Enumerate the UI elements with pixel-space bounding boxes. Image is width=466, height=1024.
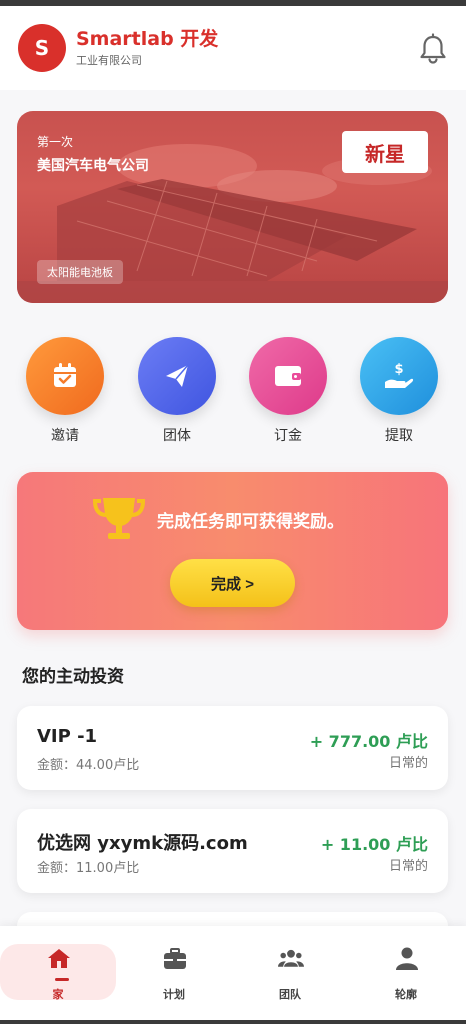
screen-edge <box>0 1020 466 1024</box>
banner-caption: 第一次 <box>37 135 74 149</box>
hand-dollar-icon: $ <box>385 362 414 388</box>
reward-text: 完成任务即可获得奖励。 <box>157 511 344 532</box>
nav-profile[interactable]: 轮廓 <box>348 926 464 1020</box>
investment-period: 日常的 <box>388 756 428 771</box>
action-group-circle[interactable] <box>138 337 216 415</box>
brand-name: Smartlab 开发 <box>76 28 219 50</box>
home-icon <box>48 949 70 968</box>
section-title: 您的主动投资 <box>22 667 124 687</box>
investment-card[interactable]: 优选网 yxymk源码.com 金额：11.00卢比 + 11.00 卢比 日常… <box>17 809 448 893</box>
bell-icon[interactable] <box>418 33 448 65</box>
app-header: S Smartlab 开发 工业有限公司 <box>0 6 466 90</box>
reward-card: 完成任务即可获得奖励。 完成 > <box>17 472 448 630</box>
reward-row: 完成任务即可获得奖励。 <box>93 496 344 542</box>
investment-amount: 金额：11.00卢比 <box>37 861 140 876</box>
action-withdraw-circle[interactable]: $ <box>360 337 438 415</box>
promo-banner[interactable]: 第一次 美国汽车电气公司 新星 太阳能电池板 <box>17 111 448 303</box>
brand: Smartlab 开发 工业有限公司 <box>76 28 218 68</box>
user-icon <box>396 947 418 970</box>
investment-return: + 777.00 卢比 <box>309 732 428 751</box>
paper-plane-icon <box>166 364 189 387</box>
action-deposit[interactable]: 订金 <box>243 337 333 445</box>
investment-name: 优选网 yxymk源码.com <box>37 833 248 854</box>
wallet-icon <box>275 366 301 386</box>
briefcase-icon <box>164 948 186 969</box>
investment-card[interactable]: VIP -1 金额：44.00卢比 + 777.00 卢比 日常的 <box>17 706 448 790</box>
brand-subtitle: 工业有限公司 <box>76 54 142 67</box>
banner-tag: 太阳能电池板 <box>37 260 123 284</box>
svg-text:$: $ <box>394 362 403 377</box>
logo-letter: S <box>34 36 50 60</box>
investment-amount: 金额：44.00卢比 <box>37 758 140 773</box>
nav-active-indicator <box>55 978 69 981</box>
complete-button[interactable]: 完成 > <box>170 559 295 607</box>
nav-team[interactable]: 团队 <box>232 926 348 1020</box>
banner-company: 美国汽车电气公司 <box>37 158 149 174</box>
quick-actions: 邀请 团体 订金 $ 提取 <box>0 337 466 447</box>
calendar-check-icon <box>54 363 76 387</box>
action-withdraw-label: 提取 <box>385 428 413 444</box>
trophy-icon <box>93 498 145 539</box>
bottom-nav: 家 计划 团队 轮廓 <box>0 926 466 1020</box>
nav-home-label: 家 <box>52 988 64 1001</box>
investment-return: + 11.00 卢比 <box>320 835 428 854</box>
action-group[interactable]: 团体 <box>132 337 222 445</box>
investment-name: VIP -1 <box>37 726 98 747</box>
action-deposit-label: 订金 <box>274 428 302 444</box>
action-invite-label: 邀请 <box>51 428 79 444</box>
nav-profile-label: 轮廓 <box>395 988 417 1001</box>
action-invite[interactable]: 邀请 <box>20 337 110 445</box>
banner-badge: 新星 <box>342 131 428 173</box>
brand-logo: S <box>18 24 66 72</box>
nav-home[interactable]: 家 <box>0 926 116 1020</box>
action-group-label: 团体 <box>163 428 191 444</box>
action-withdraw[interactable]: $ 提取 <box>354 337 444 445</box>
nav-team-label: 团队 <box>279 988 301 1001</box>
investment-period: 日常的 <box>388 859 428 874</box>
nav-plan-label: 计划 <box>163 988 185 1001</box>
action-deposit-circle[interactable] <box>249 337 327 415</box>
nav-plan[interactable]: 计划 <box>116 926 232 1020</box>
users-icon <box>278 949 304 967</box>
action-invite-circle[interactable] <box>26 337 104 415</box>
